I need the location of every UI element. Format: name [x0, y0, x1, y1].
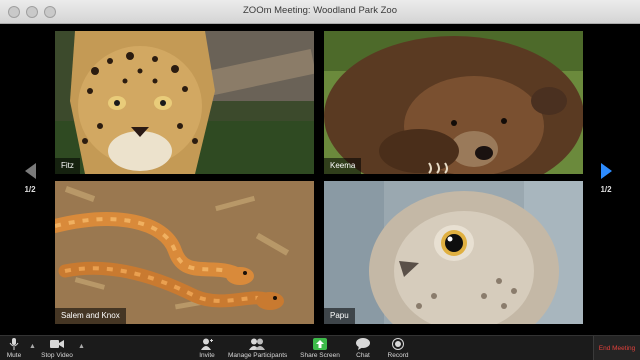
previous-page-button[interactable]: 1/2: [16, 163, 44, 194]
bear-video-image: [324, 31, 583, 174]
chevron-up-icon[interactable]: ▲: [78, 343, 86, 351]
participant-name-label: Fitz: [55, 158, 80, 174]
page-count-left: 1/2: [24, 185, 36, 194]
video-tile-salem-and-knox[interactable]: Salem and Knox: [55, 181, 314, 324]
microphone-icon: [9, 338, 19, 350]
invite-button[interactable]: Invite: [194, 338, 220, 359]
participants-icon: [249, 338, 265, 350]
video-tile-fitz[interactable]: Fitz: [55, 31, 314, 174]
chat-bubble-icon: [356, 338, 370, 350]
invite-person-icon: [201, 338, 213, 350]
manage-participants-button[interactable]: Manage Participants: [228, 338, 287, 359]
window-title: ZOOm Meeting: Woodland Park Zoo: [243, 5, 397, 16]
page-count-right: 1/2: [600, 185, 612, 194]
video-tile-keema[interactable]: Keema: [324, 31, 583, 174]
end-meeting-button[interactable]: End Meeting: [593, 336, 640, 360]
participant-name-label: Keema: [324, 158, 362, 174]
window-titlebar: ZOOm Meeting: Woodland Park Zoo: [0, 0, 640, 24]
stop-video-button[interactable]: Stop Video: [40, 338, 74, 359]
record-button[interactable]: Record: [386, 338, 410, 359]
participant-name-label: Papu: [324, 308, 355, 324]
owl-video-image: [324, 181, 583, 324]
share-screen-button[interactable]: Share Screen: [300, 338, 340, 359]
record-icon: [392, 338, 404, 350]
meeting-toolbar: Mute ▲ Stop Video ▲ Invite Manage Partic…: [0, 335, 640, 360]
arrow-left-icon: [24, 163, 36, 179]
snakes-video-image: [55, 181, 314, 324]
participant-name-label: Salem and Knox: [55, 308, 126, 324]
mute-button[interactable]: Mute: [4, 338, 24, 359]
next-page-button[interactable]: 1/2: [592, 163, 620, 194]
jaguar-video-image: [55, 31, 314, 174]
arrow-right-icon: [600, 163, 612, 179]
video-gallery: 1/2 1/2 Fitz Keema Salem and Knox Papu: [0, 25, 640, 335]
video-tile-papu[interactable]: Papu: [324, 181, 583, 324]
video-camera-icon: [50, 340, 64, 348]
chat-button[interactable]: Chat: [352, 338, 374, 359]
chevron-up-icon[interactable]: ▲: [29, 343, 37, 351]
share-screen-icon: [313, 338, 327, 350]
